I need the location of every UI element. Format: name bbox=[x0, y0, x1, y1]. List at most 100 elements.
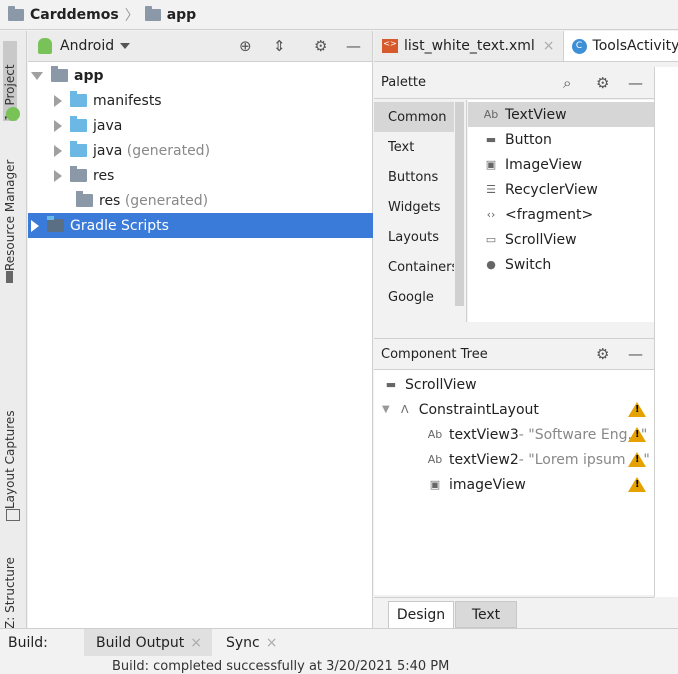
list-icon: ☰ bbox=[486, 183, 496, 196]
editor-tab-tools-activity[interactable]: C ToolsActivity. bbox=[563, 31, 678, 61]
tab-text[interactable]: Text bbox=[455, 601, 517, 628]
category-label: Widgets bbox=[388, 199, 441, 215]
textview-icon: Ab bbox=[427, 428, 443, 441]
gear-icon[interactable]: ⚙ bbox=[596, 74, 609, 92]
switch-icon: ● bbox=[486, 258, 496, 271]
expand-arrow-icon[interactable] bbox=[54, 94, 62, 107]
expand-arrow-icon[interactable] bbox=[31, 219, 39, 232]
scroll-icon: ▬ bbox=[385, 378, 397, 391]
expand-arrow-icon[interactable] bbox=[54, 119, 62, 132]
category-label: Layouts bbox=[388, 229, 439, 245]
structure-tab[interactable]: Z: Structure bbox=[3, 557, 17, 629]
gear-icon[interactable]: ⚙ bbox=[596, 345, 609, 363]
constraint-icon: ⴷ bbox=[400, 403, 409, 416]
res-folder-icon bbox=[76, 191, 93, 207]
widget-button[interactable]: ▬ Button bbox=[468, 127, 654, 152]
tree-item-res-generated[interactable]: res (generated) bbox=[28, 188, 373, 213]
category-layouts[interactable]: Layouts bbox=[374, 222, 454, 252]
expand-arrow-icon[interactable] bbox=[54, 169, 62, 182]
sync-tab[interactable]: Sync × bbox=[226, 629, 277, 656]
generated-folder-icon bbox=[70, 141, 87, 157]
resource-manager-tab[interactable]: Resource Manager bbox=[3, 151, 17, 271]
tree-item-java-generated[interactable]: java (generated) bbox=[28, 138, 373, 163]
tab-design[interactable]: Design bbox=[388, 601, 454, 628]
category-common[interactable]: Common bbox=[374, 102, 454, 132]
android-icon bbox=[38, 38, 52, 54]
category-containers[interactable]: Containers bbox=[374, 252, 454, 282]
build-output-tab[interactable]: Build Output × bbox=[84, 629, 212, 656]
hide-icon[interactable]: — bbox=[628, 74, 643, 92]
editor-tab-xml[interactable]: <> list_white_text.xml × bbox=[374, 31, 564, 61]
close-icon[interactable]: × bbox=[190, 635, 202, 651]
category-label: Google bbox=[388, 289, 434, 305]
hide-icon[interactable]: — bbox=[628, 345, 643, 363]
component-scrollview[interactable]: ▬ ScrollView bbox=[374, 372, 654, 397]
hide-icon[interactable]: — bbox=[346, 37, 361, 55]
close-icon[interactable]: × bbox=[543, 38, 555, 54]
tree-item-manifests[interactable]: manifests bbox=[28, 88, 373, 113]
tree-item-label: res bbox=[99, 192, 121, 209]
widget-imageview[interactable]: ▣ ImageView bbox=[468, 152, 654, 177]
tree-item-res[interactable]: res bbox=[28, 163, 373, 188]
category-text[interactable]: Text bbox=[374, 132, 454, 162]
locate-icon[interactable]: ⊕ bbox=[239, 37, 252, 55]
component-tree: ▬ ScrollView ▼ ⴷ ConstraintLayout Ab textVie… bbox=[374, 370, 654, 595]
editor-tab-label: ToolsActivity. bbox=[592, 38, 678, 54]
editor-tab-label: list_white_text.xml bbox=[404, 38, 535, 54]
breadcrumb-project[interactable]: Carddemos bbox=[30, 7, 119, 23]
component-label: textView3 bbox=[449, 426, 519, 443]
android-icon bbox=[6, 107, 20, 121]
layout-captures-tab[interactable]: Layout Captures bbox=[3, 409, 17, 509]
widget-fragment[interactable]: ‹› <fragment> bbox=[468, 202, 654, 227]
expand-arrow-icon[interactable] bbox=[31, 71, 43, 80]
warning-icon[interactable] bbox=[628, 427, 646, 442]
tree-item-gradle-scripts[interactable]: Gradle Scripts bbox=[28, 213, 373, 238]
component-textview3[interactable]: Ab textView3- "Software Eng..." bbox=[374, 422, 654, 447]
tree-item-label: java bbox=[93, 142, 123, 159]
tree-item-java[interactable]: java bbox=[28, 113, 373, 138]
gradle-icon bbox=[47, 216, 64, 232]
build-tool-window: Build: Build Output × Sync × Build: comp… bbox=[0, 628, 678, 674]
collapse-all-icon[interactable]: ⇕ bbox=[273, 37, 286, 55]
component-imageview[interactable]: ▣ imageView bbox=[374, 472, 654, 497]
tree-item-suffix: (generated) bbox=[126, 142, 211, 159]
palette-header: Palette ⌕ ⚙ — bbox=[374, 67, 654, 99]
widget-textview[interactable]: Ab TextView bbox=[468, 102, 654, 127]
category-buttons[interactable]: Buttons bbox=[374, 162, 454, 192]
widget-switch[interactable]: ● Switch bbox=[468, 252, 654, 277]
widget-recyclerview[interactable]: ☰ RecyclerView bbox=[468, 177, 654, 202]
warning-icon[interactable] bbox=[628, 402, 646, 417]
chevron-down-icon[interactable] bbox=[120, 43, 131, 49]
close-icon[interactable]: × bbox=[266, 635, 278, 651]
tab-label: Sync bbox=[226, 634, 260, 651]
warning-icon[interactable] bbox=[628, 477, 646, 492]
resource-manager-icon bbox=[6, 271, 20, 283]
component-constraintlayout[interactable]: ▼ ⴷ ConstraintLayout bbox=[374, 397, 654, 422]
editor-tab-bar: <> list_white_text.xml × C ToolsActivity… bbox=[374, 31, 678, 62]
expand-arrow-icon[interactable] bbox=[54, 144, 62, 157]
resource-manager-label: Resource Manager bbox=[3, 159, 17, 271]
gear-icon[interactable]: ⚙ bbox=[314, 37, 327, 55]
widget-label: TextView bbox=[505, 106, 567, 123]
project-panel-header: Android ⊕ ⇕ ⚙ — bbox=[28, 31, 372, 62]
palette-title: Palette bbox=[381, 75, 427, 90]
category-widgets[interactable]: Widgets bbox=[374, 192, 454, 222]
component-label: ConstraintLayout bbox=[418, 401, 539, 418]
widget-label: RecyclerView bbox=[505, 181, 598, 198]
left-tool-stripe: 1: Project Resource Manager Layout Captu… bbox=[0, 31, 27, 629]
warning-icon[interactable] bbox=[628, 452, 646, 467]
tree-item-app[interactable]: app bbox=[28, 63, 373, 88]
breadcrumb-module[interactable]: app bbox=[167, 7, 197, 23]
fragment-icon: ‹› bbox=[486, 208, 496, 221]
category-scrollbar[interactable] bbox=[455, 102, 464, 306]
palette-categories: Common Text Buttons Widgets Layouts Cont… bbox=[374, 100, 467, 322]
breadcrumb-separator-icon: 〉 bbox=[124, 7, 139, 24]
breadcrumb: Carddemos 〉 app bbox=[0, 0, 678, 30]
category-google[interactable]: Google bbox=[374, 282, 454, 312]
component-textview2[interactable]: Ab textView2- "Lorem ipsum ..." bbox=[374, 447, 654, 472]
view-mode-select[interactable]: Android bbox=[60, 38, 114, 54]
search-icon[interactable]: ⌕ bbox=[563, 74, 571, 92]
tree-item-label: app bbox=[74, 67, 104, 84]
widget-scrollview[interactable]: ▭ ScrollView bbox=[468, 227, 654, 252]
expand-arrow-icon[interactable]: ▼ bbox=[382, 404, 390, 415]
